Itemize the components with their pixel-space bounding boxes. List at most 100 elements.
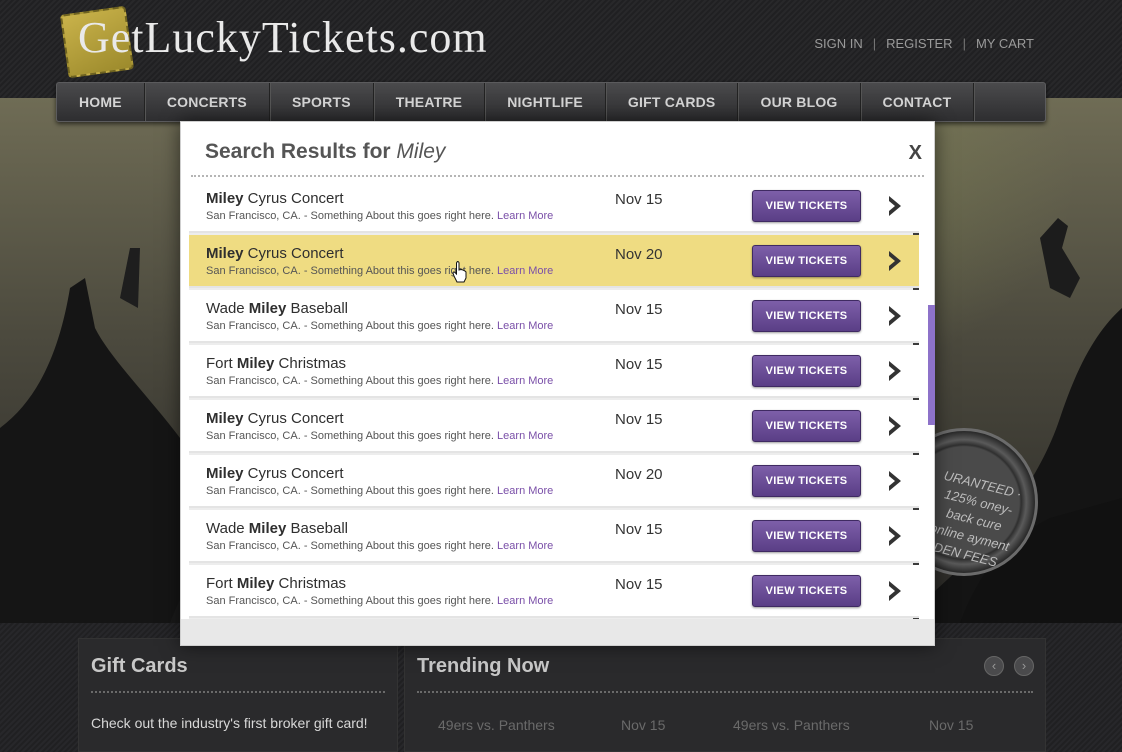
results-list[interactable]: Miley Cyrus Concert San Francisco, CA. - … <box>189 180 919 620</box>
result-row[interactable]: Miley Cyrus Concert San Francisco, CA. - … <box>189 455 919 508</box>
result-description: San Francisco, CA. - Something About thi… <box>206 265 553 277</box>
result-title-post: Cyrus Concert <box>243 190 344 207</box>
result-title-pre: Wade <box>206 520 249 537</box>
result-row[interactable]: Miley Cyrus Concert San Francisco, CA. - … <box>189 235 919 288</box>
result-title[interactable]: Miley Cyrus Concert <box>206 465 344 482</box>
result-row[interactable]: Miley Cyrus Concert San Francisco, CA. - … <box>189 400 919 453</box>
result-title[interactable]: Miley Cyrus Concert <box>206 245 344 262</box>
logo-wordmark-text: GetLuckyTickets.com <box>78 13 488 62</box>
result-title[interactable]: Fort Miley Christmas <box>206 355 346 372</box>
learn-more-link[interactable]: Learn More <box>497 375 553 387</box>
chevron-right-icon[interactable] <box>883 192 907 220</box>
chevron-right-icon[interactable] <box>883 577 907 605</box>
result-date: Nov 15 <box>615 301 663 318</box>
result-title-post: Baseball <box>286 300 349 317</box>
learn-more-link[interactable]: Learn More <box>497 210 553 222</box>
modal-title-prefix: Search Results for <box>205 140 391 163</box>
chevron-right-icon[interactable] <box>883 357 907 385</box>
close-button[interactable]: X <box>909 142 922 165</box>
nav-item-contact[interactable]: CONTACT <box>861 83 975 121</box>
nav-item-sports[interactable]: SPORTS <box>270 83 374 121</box>
search-query: Miley <box>396 140 446 163</box>
learn-more-link[interactable]: Learn More <box>497 430 553 442</box>
result-row[interactable]: Miley Cyrus Concert San Francisco, CA. - … <box>189 180 919 233</box>
result-description-text: San Francisco, CA. - Something About thi… <box>206 320 494 332</box>
learn-more-link[interactable]: Learn More <box>497 540 553 552</box>
result-title-post: Cyrus Concert <box>243 410 344 427</box>
result-row[interactable]: Fort Miley Christmas San Francisco, CA. -… <box>189 345 919 398</box>
learn-more-link[interactable]: Learn More <box>497 265 553 277</box>
result-title-post: Baseball <box>286 520 349 537</box>
chevron-right-icon[interactable] <box>883 522 907 550</box>
result-row[interactable]: Fort Miley Christmas San Francisco, CA. -… <box>189 565 919 618</box>
view-tickets-button[interactable]: VIEW TICKETS <box>752 575 861 607</box>
learn-more-link[interactable]: Learn More <box>497 485 553 497</box>
nav-item-theatre[interactable]: THEATRE <box>374 83 486 121</box>
nav-item-home[interactable]: HOME <box>57 83 145 121</box>
result-description: San Francisco, CA. - Something About thi… <box>206 540 553 552</box>
result-row[interactable]: Wade Miley Baseball San Francisco, CA. - … <box>189 510 919 563</box>
result-title-match: Miley <box>206 410 244 427</box>
result-title[interactable]: Miley Cyrus Concert <box>206 410 344 427</box>
chevron-right-icon[interactable] <box>883 302 907 330</box>
result-title[interactable]: Wade Miley Baseball <box>206 520 348 537</box>
result-title-pre: Wade <box>206 300 249 317</box>
result-description-text: San Francisco, CA. - Something About thi… <box>206 540 494 552</box>
result-date: Nov 15 <box>615 191 663 208</box>
result-date: Nov 15 <box>615 521 663 538</box>
result-title[interactable]: Miley Cyrus Concert <box>206 190 344 207</box>
chevron-right-icon[interactable] <box>883 247 907 275</box>
separator: | <box>872 36 877 51</box>
result-description: San Francisco, CA. - Something About thi… <box>206 320 553 332</box>
trending-panel: Trending Now ‹ › 49ers vs. Panthers Nov … <box>404 638 1046 752</box>
nav-item-our-blog[interactable]: OUR BLOG <box>738 83 861 121</box>
view-tickets-button[interactable]: VIEW TICKETS <box>752 245 861 277</box>
result-description: San Francisco, CA. - Something About thi… <box>206 375 553 387</box>
result-title-match: Miley <box>248 520 287 537</box>
logo-wordmark: GetLuckyTickets.com <box>78 12 488 63</box>
trending-event[interactable]: 49ers vs. Panthers <box>733 717 929 733</box>
register-link[interactable]: REGISTER <box>886 36 952 51</box>
trending-date: Nov 15 <box>621 717 666 733</box>
gift-cards-title: Gift Cards <box>91 655 188 677</box>
chevron-right-icon[interactable] <box>883 412 907 440</box>
scrollbar-thumb[interactable] <box>928 305 935 425</box>
chevron-right-icon[interactable] <box>883 467 907 495</box>
result-title-post: Cyrus Concert <box>243 245 344 262</box>
divider <box>91 691 385 693</box>
gift-cards-text[interactable]: Check out the industry's first broker gi… <box>91 715 368 731</box>
nav-item-gift-cards[interactable]: GIFT CARDS <box>606 83 739 121</box>
guarantee-seal-text: URANTEED · 125% oney-back cure online ay… <box>928 467 1024 570</box>
site-logo[interactable]: GetLuckyTickets.com <box>59 5 514 79</box>
result-title[interactable]: Wade Miley Baseball <box>206 300 348 317</box>
search-results-modal: Search Results for Miley X Miley Cyrus C… <box>180 121 935 646</box>
hand-cursor-icon <box>452 261 467 283</box>
view-tickets-button[interactable]: VIEW TICKETS <box>752 465 861 497</box>
view-tickets-button[interactable]: VIEW TICKETS <box>752 355 861 387</box>
separator: | <box>962 36 966 51</box>
result-title-match: Miley <box>236 355 275 372</box>
nav-item-concerts[interactable]: CONCERTS <box>145 83 270 121</box>
trending-prev-button[interactable]: ‹ <box>984 656 1004 676</box>
trending-next-button[interactable]: › <box>1014 656 1034 676</box>
result-date: Nov 15 <box>615 356 663 373</box>
gift-cards-panel: Gift Cards Check out the industry's firs… <box>78 638 398 752</box>
modal-title: Search Results for Miley <box>205 140 445 164</box>
result-description: San Francisco, CA. - Something About thi… <box>206 595 553 607</box>
view-tickets-button[interactable]: VIEW TICKETS <box>752 190 861 222</box>
result-date: Nov 20 <box>615 246 663 263</box>
trending-date: Nov 15 <box>929 717 974 733</box>
my-cart-link[interactable]: MY CART <box>976 36 1034 51</box>
learn-more-link[interactable]: Learn More <box>497 320 553 332</box>
learn-more-link[interactable]: Learn More <box>497 595 553 607</box>
sign-in-link[interactable]: SIGN IN <box>814 36 862 51</box>
view-tickets-button[interactable]: VIEW TICKETS <box>752 410 861 442</box>
trending-event[interactable]: 49ers vs. Panthers <box>425 717 621 733</box>
result-title-post: Christmas <box>274 575 347 592</box>
result-row[interactable]: Wade Miley Baseball San Francisco, CA. - … <box>189 290 919 343</box>
view-tickets-button[interactable]: VIEW TICKETS <box>752 300 861 332</box>
result-title[interactable]: Fort Miley Christmas <box>206 575 346 592</box>
divider <box>417 691 1033 693</box>
nav-item-nightlife[interactable]: NIGHTLIFE <box>485 83 606 121</box>
view-tickets-button[interactable]: VIEW TICKETS <box>752 520 861 552</box>
